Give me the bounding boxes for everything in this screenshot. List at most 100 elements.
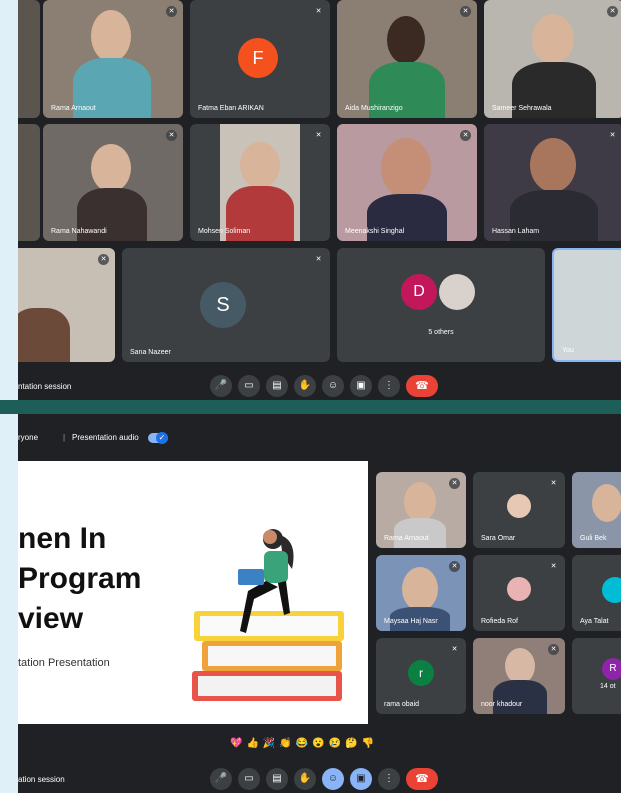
slide-title-line: nen In [18, 522, 107, 555]
slide-title-line: view [18, 602, 84, 635]
mic-off-icon: ✕ [548, 478, 559, 489]
camera-icon[interactable]: ▭ [238, 768, 260, 790]
mic-off-icon: ✕ [607, 130, 618, 141]
reading-woman-illustration [192, 529, 344, 701]
participant-name: rama obaid [384, 701, 420, 708]
participant-tile[interactable]: ✕ [18, 248, 115, 362]
participant-tile[interactable]: ✕ Rama Arnaout [43, 0, 183, 118]
laugh-reaction-icon[interactable]: 😂 [296, 738, 308, 749]
call-controls: 🎤 ▭ ▤ ✋ ☺ ▣ ⋮ ☎ [210, 375, 438, 397]
participant-tile[interactable]: ✕ Hassan Laham [484, 124, 621, 241]
divider-band [0, 400, 621, 414]
presentation-slide: nen In Program view tation Presentation [18, 461, 368, 724]
presentation-audio-label: Presentation audio [72, 433, 139, 442]
more-icon[interactable]: ⋮ [378, 768, 400, 790]
presentation-audio-toggle[interactable]: ✓ [148, 432, 168, 444]
participant-tile[interactable]: ✕ Rama Nahawandi [43, 124, 183, 241]
thinking-reaction-icon[interactable]: 🤔 [345, 738, 357, 749]
participant-name: Aida Mushiranzigo [345, 105, 403, 112]
captions-icon[interactable]: ▤ [266, 768, 288, 790]
participant-tile[interactable]: F ✕ Fatma Eban ARIKAN [190, 0, 330, 118]
partial-video-tile [18, 124, 40, 241]
thumbs-down-reaction-icon[interactable]: 👎 [362, 738, 374, 749]
participant-tile[interactable]: r ✕ rama obaid [376, 638, 466, 714]
mic-off-icon: ✕ [166, 6, 177, 17]
participant-video-face [381, 138, 431, 198]
session-title: ation session [18, 775, 65, 784]
emoji-icon[interactable]: ☺ [322, 375, 344, 397]
emoji-icon[interactable]: ☺ [322, 768, 344, 790]
self-view-tile[interactable]: You [552, 248, 621, 362]
participant-video-face [532, 14, 574, 64]
participant-name: Aya Talat [580, 618, 609, 625]
participant-video-face [387, 16, 425, 64]
participant-name: Rama Arnaout [51, 105, 96, 112]
surprised-reaction-icon[interactable]: 😮 [312, 738, 324, 749]
others-tile[interactable]: D 5 others [337, 248, 545, 362]
slide-title-line: Program [18, 562, 142, 595]
captions-icon[interactable]: ▤ [266, 375, 288, 397]
participant-name: Mohsen Soliman [198, 228, 251, 235]
mic-off-icon: ✕ [548, 561, 559, 572]
call-controls: 🎤 ▭ ▤ ✋ ☺ ▣ ⋮ ☎ [210, 768, 438, 790]
more-icon[interactable]: ⋮ [378, 375, 400, 397]
session-title: ntation session [18, 382, 72, 391]
check-icon: ✓ [156, 432, 168, 444]
raise-hand-icon[interactable]: ✋ [294, 375, 316, 397]
raise-hand-icon[interactable]: ✋ [294, 768, 316, 790]
participant-tile[interactable]: ✕ Rofieda Rof [473, 555, 565, 631]
participant-tile[interactable]: ✕ Rama Arnaout [376, 472, 466, 548]
participant-name: Maysaa Haj Nasr [384, 618, 438, 625]
participant-avatar [602, 577, 621, 603]
mic-icon[interactable]: 🎤 [210, 375, 232, 397]
others-count-label: 5 others [428, 329, 454, 336]
mic-off-icon: ✕ [449, 644, 460, 655]
camera-icon[interactable]: ▭ [238, 375, 260, 397]
participant-name: Sana Nazeer [130, 349, 171, 356]
participant-tile[interactable]: Guli Bek [572, 472, 621, 548]
participant-tile[interactable]: ✕ Aida Mushiranzigo [337, 0, 477, 118]
mic-icon[interactable]: 🎤 [210, 768, 232, 790]
participant-tile[interactable]: ✕ noor khadour [473, 638, 565, 714]
mic-off-icon: ✕ [166, 130, 177, 141]
participant-tile[interactable]: ✕ Mohsen Soliman [190, 124, 330, 241]
participant-tile[interactable]: S ✕ Sana Nazeer [122, 248, 330, 362]
participant-video-face [240, 142, 280, 188]
participant-tile[interactable]: ✕ Sara Omar [473, 472, 565, 548]
participant-tile[interactable]: ✕ Meenakshi Singhal [337, 124, 477, 241]
participant-tile[interactable]: ✕ Sameer Sehrawala [484, 0, 621, 118]
participant-tile[interactable]: Aya Talat [572, 555, 621, 631]
participant-video-body [493, 680, 547, 714]
participant-name: Fatma Eban ARIKAN [198, 105, 264, 112]
participant-tile[interactable]: ✕ Maysaa Haj Nasr [376, 555, 466, 631]
end-call-icon[interactable]: ☎ [406, 375, 438, 397]
party-reaction-icon[interactable]: 🎉 [263, 738, 275, 749]
participant-video [220, 124, 300, 241]
participant-name: Sara Omar [481, 535, 516, 542]
sad-reaction-icon[interactable]: 😢 [329, 738, 341, 749]
participant-name: Sameer Sehrawala [492, 105, 552, 112]
others-tile[interactable]: R 14 ot [572, 638, 621, 714]
mic-off-icon: ✕ [449, 478, 460, 489]
mic-off-icon: ✕ [313, 254, 324, 265]
participant-video-face [91, 10, 131, 62]
present-icon[interactable]: ▣ [350, 375, 372, 397]
participant-avatar-photo [439, 274, 475, 310]
participant-video-face [530, 138, 576, 192]
mic-off-icon: ✕ [449, 561, 460, 572]
participant-name: Rama Arnaout [384, 535, 429, 542]
heart-reaction-icon[interactable]: 💖 [230, 738, 242, 749]
thumbs-up-reaction-icon[interactable]: 👍 [246, 738, 258, 749]
end-call-icon[interactable]: ☎ [406, 768, 438, 790]
mic-off-icon: ✕ [607, 6, 618, 17]
mic-off-icon: ✕ [548, 644, 559, 655]
mic-off-icon: ✕ [460, 130, 471, 141]
presentation-header-text: ryone [18, 433, 39, 442]
present-icon[interactable]: ▣ [350, 768, 372, 790]
participant-video-face [505, 648, 535, 684]
participant-video-body [18, 308, 70, 362]
participant-name: Meenakshi Singhal [345, 228, 405, 235]
participant-avatar: r [408, 660, 434, 686]
mic-off-icon: ✕ [460, 6, 471, 17]
clap-reaction-icon[interactable]: 👏 [279, 738, 291, 749]
